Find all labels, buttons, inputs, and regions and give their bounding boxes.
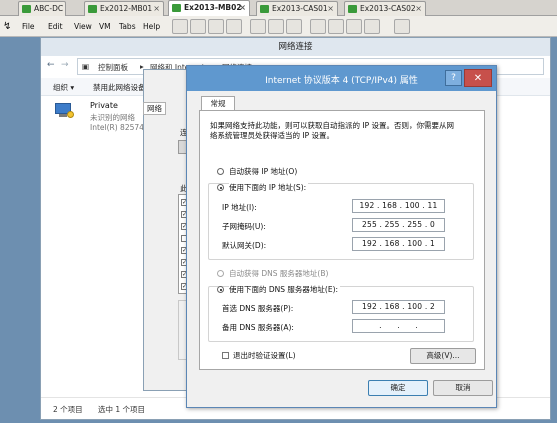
vm-tab-abc-dc[interactable]: ABC-DC xyxy=(18,1,66,16)
general-panel: 如果网络支持此功能，则可以获取自动指派的 IP 设置。否则，你需要从网 络系统管… xyxy=(199,110,485,370)
breadcrumb-control-panel[interactable]: 控制面板 xyxy=(98,62,128,73)
auto-dns-radio[interactable] xyxy=(217,270,224,277)
description-line-2: 络系统管理员处获得适当的 IP 设置。 xyxy=(210,131,335,140)
vm-tab-ex2013-mb02[interactable]: Ex2013-MB02 × xyxy=(168,0,250,16)
disable-device-button[interactable]: 禁用此网络设备 xyxy=(93,82,146,93)
menu-vm[interactable]: VM xyxy=(99,16,111,37)
help-icon[interactable]: ? xyxy=(445,70,462,86)
vm-tab-label: Ex2013-CAS02 xyxy=(360,4,416,13)
subnet-mask-input[interactable]: 255 . 255 . 255 . 0 xyxy=(352,218,445,232)
adapter-name[interactable]: Private xyxy=(90,101,118,110)
vm-tab-ex2013-cas01[interactable]: Ex2013-CAS01 × xyxy=(256,1,338,16)
alternate-dns-label: 备用 DNS 服务器(A): xyxy=(222,323,294,332)
explorer-title: 网络连接 xyxy=(278,42,313,52)
revert-snapshot-icon[interactable] xyxy=(268,19,284,34)
refresh-icon[interactable] xyxy=(226,19,242,34)
power-off-icon[interactable] xyxy=(172,19,188,34)
snapshot-icon[interactable] xyxy=(250,19,266,34)
auto-ip-label[interactable]: 自动获得 IP 地址(O) xyxy=(229,166,297,177)
back-arrow-icon[interactable]: ← xyxy=(47,60,55,70)
subnet-mask-label: 子网掩码(U): xyxy=(222,222,266,231)
vm-menu-bar: ↯ File Edit View VM Tabs Help xyxy=(0,16,557,37)
pause-icon[interactable] xyxy=(190,19,206,34)
pin-icon[interactable]: ↯ xyxy=(3,16,11,37)
vm-icon xyxy=(88,5,97,13)
close-tab-icon[interactable]: × xyxy=(415,2,422,15)
menu-tabs[interactable]: Tabs xyxy=(119,16,136,37)
vm-icon xyxy=(260,5,269,13)
validate-settings-checkbox[interactable] xyxy=(222,352,229,359)
unity-icon[interactable] xyxy=(346,19,362,34)
menu-edit[interactable]: Edit xyxy=(48,16,63,37)
vm-tab-ex2012-mb01[interactable]: Ex2012-MB01 × xyxy=(84,1,164,16)
manual-ip-label[interactable]: 使用下面的 IP 地址(S): xyxy=(229,182,309,193)
menu-view[interactable]: View xyxy=(74,16,92,37)
close-tab-icon[interactable]: × xyxy=(327,2,334,15)
adapter-device: Intel(R) 82574L xyxy=(90,123,149,132)
close-tab-icon[interactable]: × xyxy=(153,2,160,15)
vm-tab-ex2013-cas02[interactable]: Ex2013-CAS02 × xyxy=(344,1,426,16)
vm-icon xyxy=(22,5,31,13)
network-folder-icon: ▣ xyxy=(82,62,90,71)
manual-ip-radio[interactable] xyxy=(217,184,224,191)
manual-dns-label[interactable]: 使用下面的 DNS 服务器地址(E): xyxy=(229,284,341,295)
ipv4-properties-dialog: Internet 协议版本 4 (TCP/IPv4) 属性 ? ✕ 常规 如果网… xyxy=(186,65,497,408)
selected-count: 选中 1 个项目 xyxy=(98,405,146,414)
snapshot-manager-icon[interactable] xyxy=(286,19,302,34)
close-tab-icon[interactable]: × xyxy=(239,1,246,14)
vm-tab-label: Ex2013-CAS01 xyxy=(272,4,328,13)
auto-dns-label[interactable]: 自动获得 DNS 服务器地址(B) xyxy=(229,268,328,279)
play-icon[interactable] xyxy=(208,19,224,34)
full-screen-icon[interactable] xyxy=(328,19,344,34)
preferred-dns-label: 首选 DNS 服务器(P): xyxy=(222,304,294,313)
auto-ip-radio[interactable] xyxy=(217,168,224,175)
tab-general[interactable]: 常规 xyxy=(201,96,235,111)
validate-settings-label[interactable]: 退出时验证设置(L) xyxy=(233,350,296,361)
default-gateway-label: 默认网关(D): xyxy=(222,241,267,250)
default-gateway-input[interactable]: 192 . 168 . 100 . 1 xyxy=(352,237,445,251)
vm-tab-label: ABC-DC xyxy=(34,4,64,13)
cancel-button[interactable]: 取消 xyxy=(433,380,493,396)
vm-icon xyxy=(348,5,357,13)
advanced-button[interactable]: 高级(V)... xyxy=(410,348,476,364)
thumbnail-icon[interactable] xyxy=(394,19,410,34)
adapter-status: 未识别的网络 xyxy=(90,113,135,122)
network-adapter-icon xyxy=(53,101,75,121)
item-count: 2 个项目 xyxy=(53,405,83,414)
alternate-dns-input[interactable]: . . . xyxy=(352,319,445,333)
vm-tab-bar: ABC-DC Ex2012-MB01 × Ex2013-MB02 × Ex201… xyxy=(0,0,557,16)
preferred-dns-input[interactable]: 192 . 168 . 100 . 2 xyxy=(352,300,445,314)
vm-tab-label: Ex2012-MB01 xyxy=(100,4,153,13)
menu-help[interactable]: Help xyxy=(143,16,160,37)
ok-button[interactable]: 确定 xyxy=(368,380,428,396)
vm-tab-label: Ex2013-MB02 xyxy=(184,3,242,12)
close-icon[interactable]: ✕ xyxy=(464,69,492,87)
fit-guest-icon[interactable] xyxy=(310,19,326,34)
manual-dns-radio[interactable] xyxy=(217,286,224,293)
console-view-icon[interactable] xyxy=(364,19,380,34)
forward-arrow-icon[interactable]: → xyxy=(61,60,69,70)
organize-button[interactable]: 组织 ▾ xyxy=(53,82,74,93)
vm-icon xyxy=(172,4,181,12)
ip-address-label: IP 地址(I): xyxy=(222,203,257,212)
menu-file[interactable]: File xyxy=(22,16,35,37)
ip-address-input[interactable]: 192 . 168 . 100 . 11 xyxy=(352,199,445,213)
tab-networking[interactable]: 网络 xyxy=(143,102,166,115)
